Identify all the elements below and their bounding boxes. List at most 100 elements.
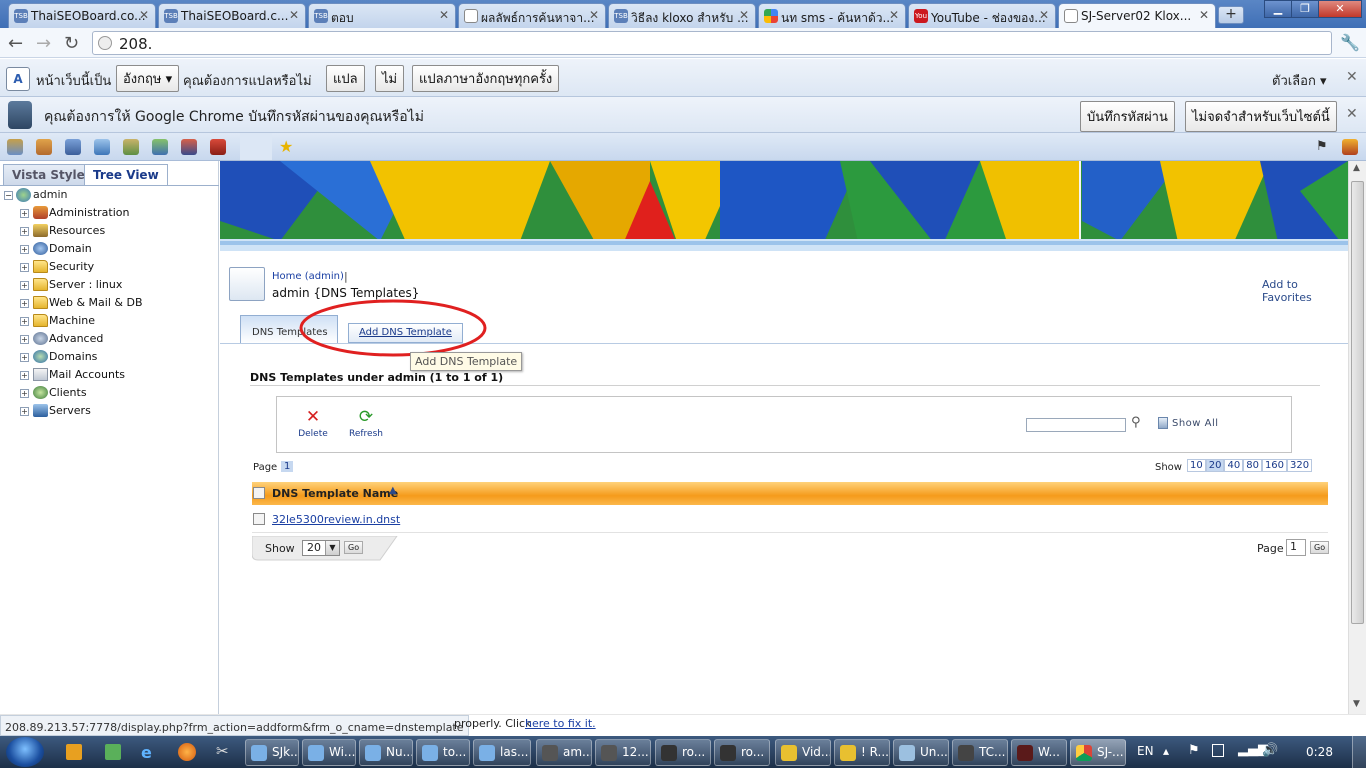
- scroll-thumb[interactable]: [1351, 181, 1364, 624]
- breadcrumb-home-link[interactable]: Home (admin): [272, 271, 344, 282]
- page-size-option[interactable]: 10: [1187, 459, 1206, 472]
- close-window-button[interactable]: ✕: [1318, 0, 1362, 18]
- tab-close-icon[interactable]: ✕: [1199, 8, 1209, 22]
- page-size-option[interactable]: 80: [1243, 459, 1262, 472]
- never-save-button[interactable]: ไม่จดจำสำหรับเว็บไซต์นี้: [1185, 101, 1337, 132]
- tab-close-icon[interactable]: ✕: [139, 8, 149, 22]
- search-icon[interactable]: ⚲: [1131, 415, 1141, 430]
- tab-tree-view[interactable]: Tree View: [84, 164, 168, 185]
- search-input[interactable]: [1026, 418, 1126, 432]
- fix-it-link[interactable]: here to fix it.: [525, 717, 596, 730]
- tool-icon[interactable]: ✂: [216, 742, 229, 760]
- admin-icon[interactable]: [7, 139, 23, 155]
- browser-tab[interactable]: TSB ตอบ ✕: [308, 3, 456, 28]
- show-desktop-button[interactable]: [1352, 736, 1366, 768]
- tab-vista-style[interactable]: Vista Style: [3, 164, 94, 185]
- expand-icon[interactable]: +: [20, 389, 29, 398]
- translate-options[interactable]: ตัวเลือก ▾: [1272, 70, 1327, 91]
- tab-close-icon[interactable]: ✕: [439, 8, 449, 22]
- browser-tab[interactable]: You YouTube - ช่องของ... ✕: [908, 3, 1056, 28]
- add-to-favorites-link[interactable]: Add to Favorites: [1262, 278, 1348, 304]
- expand-icon[interactable]: +: [20, 263, 29, 272]
- close-icon[interactable]: ✕: [1346, 69, 1358, 85]
- refresh-button[interactable]: ⟳ Refresh: [347, 409, 385, 440]
- expand-icon[interactable]: +: [20, 317, 29, 326]
- expand-icon[interactable]: +: [20, 407, 29, 416]
- expand-icon[interactable]: +: [20, 335, 29, 344]
- page-number-input[interactable]: 1: [1286, 539, 1306, 556]
- chevron-down-icon[interactable]: ▼: [325, 541, 339, 555]
- browser-tab[interactable]: TSB ThaiSEOBoard.co... ✕: [8, 3, 156, 28]
- expand-icon[interactable]: +: [20, 299, 29, 308]
- taskbar-item[interactable]: ! R...: [834, 739, 890, 766]
- dns-template-link[interactable]: 32le5300review.in.dnst: [272, 513, 400, 526]
- page-size-option-selected[interactable]: 20: [1205, 459, 1225, 472]
- vertical-scrollbar[interactable]: ▲ ▼: [1348, 161, 1366, 714]
- scroll-down-icon[interactable]: ▼: [1353, 699, 1360, 709]
- column-header-name[interactable]: DNS Template Name: [272, 487, 398, 500]
- new-tab-button[interactable]: +: [1218, 6, 1244, 24]
- taskbar-item[interactable]: TC...: [952, 739, 1008, 766]
- close-icon[interactable]: ✕: [1346, 106, 1358, 122]
- volume-icon[interactable]: 🔊: [1262, 743, 1278, 758]
- firefox-icon[interactable]: [178, 743, 196, 761]
- tab-close-icon[interactable]: ✕: [289, 8, 299, 22]
- show-all-link[interactable]: Show All: [1172, 418, 1219, 429]
- flag-icon[interactable]: ⚑: [1316, 139, 1328, 154]
- ie-icon[interactable]: e: [141, 743, 152, 762]
- page-size-option[interactable]: 40: [1224, 459, 1244, 472]
- media-player-icon[interactable]: [66, 744, 82, 760]
- page-size-option[interactable]: 320: [1287, 459, 1313, 472]
- page-info-icon[interactable]: [98, 36, 112, 50]
- resources-icon[interactable]: [36, 139, 52, 155]
- sort-ascending-icon[interactable]: ▲: [389, 485, 397, 496]
- clients-icon[interactable]: [123, 139, 139, 155]
- browser-tab[interactable]: ผลลัพธ์การค้นหาจา... ✕: [458, 3, 606, 28]
- taskbar-item[interactable]: SJk...: [245, 739, 299, 766]
- taskbar-item[interactable]: Vid...: [775, 739, 831, 766]
- exit-icon[interactable]: [1342, 139, 1358, 155]
- row-checkbox[interactable]: [253, 513, 265, 525]
- taskbar-item[interactable]: 12...: [595, 739, 651, 766]
- taskbar-item[interactable]: Nu...: [359, 739, 413, 766]
- back-icon[interactable]: ←: [8, 33, 23, 54]
- taskbar-item[interactable]: to...: [416, 739, 470, 766]
- minimize-button[interactable]: ▁: [1264, 0, 1292, 18]
- language-select[interactable]: อังกฤษ ▾: [116, 65, 180, 92]
- maximize-button[interactable]: ❐: [1291, 0, 1319, 18]
- network-icon[interactable]: [152, 139, 168, 155]
- collapse-icon[interactable]: −: [4, 191, 13, 200]
- favorites-star-icon[interactable]: ★: [279, 137, 293, 156]
- logout-icon[interactable]: [210, 139, 226, 155]
- desktop-icon[interactable]: [105, 744, 121, 760]
- scroll-up-icon[interactable]: ▲: [1353, 163, 1360, 173]
- expand-icon[interactable]: +: [20, 353, 29, 362]
- translate-button[interactable]: แปล: [326, 65, 365, 92]
- no-translate-button[interactable]: ไม่: [375, 65, 405, 92]
- browser-tab[interactable]: TSB ThaiSEOBoard.c... ✕: [158, 3, 306, 28]
- browser-tab[interactable]: นท sms - ค้นหาด้ว... ✕: [758, 3, 906, 28]
- taskbar-item[interactable]: Un...: [893, 739, 949, 766]
- browser-tab-active[interactable]: SJ-Server02 Klox... ✕: [1058, 3, 1216, 29]
- tab-close-icon[interactable]: ✕: [589, 8, 599, 22]
- go-button[interactable]: Go: [344, 541, 364, 554]
- taskbar-item[interactable]: ro...: [714, 739, 770, 766]
- taskbar-item-active[interactable]: SJ-...: [1070, 739, 1126, 766]
- expand-icon[interactable]: +: [20, 281, 29, 290]
- address-bar[interactable]: 208.: [92, 31, 1332, 55]
- delete-button[interactable]: ✕ Delete: [297, 409, 329, 440]
- tab-close-icon[interactable]: ✕: [1039, 8, 1049, 22]
- expand-icon[interactable]: +: [20, 245, 29, 254]
- select-all-checkbox[interactable]: [253, 487, 265, 499]
- page-size-select[interactable]: 20 ▼: [302, 540, 340, 556]
- tab-close-icon[interactable]: ✕: [889, 8, 899, 22]
- reload-icon[interactable]: ↻: [64, 33, 79, 54]
- save-password-button[interactable]: บันทึกรหัสผ่าน: [1080, 101, 1175, 132]
- taskbar-item[interactable]: ro...: [655, 739, 711, 766]
- page-go-button[interactable]: Go: [1310, 541, 1330, 554]
- expand-icon[interactable]: +: [20, 227, 29, 236]
- page-number-1[interactable]: 1: [281, 461, 294, 472]
- always-translate-button[interactable]: แปลภาษาอังกฤษทุกครั้ง: [412, 65, 560, 92]
- language-indicator[interactable]: EN: [1137, 744, 1154, 758]
- show-hidden-icons-icon[interactable]: ▴: [1163, 744, 1169, 758]
